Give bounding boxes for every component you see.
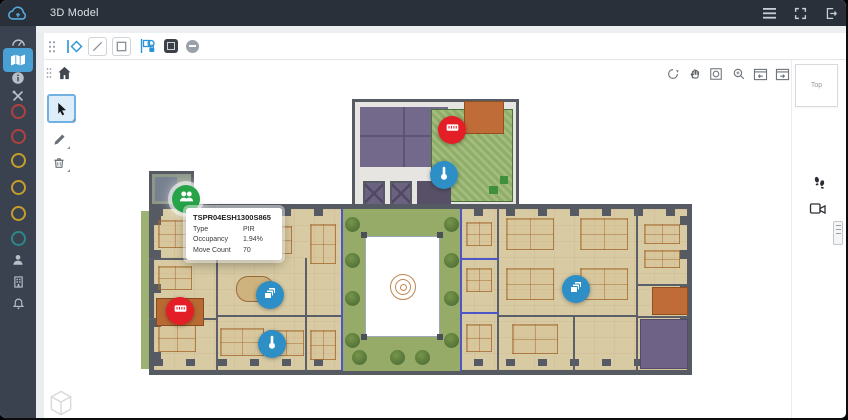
delete-tool[interactable] [49, 152, 69, 172]
header-divider-band [36, 26, 846, 33]
sidebar-item-user[interactable] [0, 249, 36, 271]
sidebar-item-building[interactable] [0, 271, 36, 293]
sensor-air-right[interactable] [562, 275, 590, 303]
orientation-cube-icon[interactable] [48, 390, 73, 416]
viewcube-label: Top [811, 82, 822, 89]
select-cursor-tool[interactable] [47, 94, 76, 123]
header-bar: 3D Model [36, 0, 846, 26]
sidebar-item-notifications[interactable] [0, 293, 36, 315]
place-node-tool[interactable] [66, 38, 83, 55]
menu-icon[interactable] [763, 8, 776, 19]
sidebar-status-yellow-3[interactable] [0, 202, 36, 224]
plan-planter [489, 186, 498, 194]
panel-resize-handle[interactable] [833, 221, 843, 245]
sidebar-nav [0, 0, 36, 418]
tooltip-title: TSPR04ESH1300S865 [193, 213, 275, 222]
plan-elevator [390, 181, 412, 206]
sidebar-status-yellow-1[interactable] [0, 149, 36, 171]
layers-icon [262, 285, 278, 306]
thermometer-icon [436, 165, 452, 186]
tooltip-row: Occupancy 1.94% [193, 236, 275, 243]
sensor-device-left[interactable] [166, 297, 194, 325]
disabled-circle-tool[interactable] [184, 38, 201, 55]
lock-shapes-tool[interactable] [140, 38, 157, 55]
toolbar-drag-handle[interactable] [48, 40, 56, 53]
sidebar-status-teal[interactable] [0, 227, 36, 249]
plan-room-purple-br [640, 319, 688, 369]
sensor-tooltip: TSPR04ESH1300S865 Type PIR Occupancy 1.9… [186, 208, 282, 260]
app-window: TSPR04ESH1300S865 Type PIR Occupancy 1.9… [0, 0, 848, 420]
draw-toolbar [44, 33, 846, 59]
layers-icon [568, 279, 584, 300]
toolbar-divider [44, 59, 846, 60]
pencil-tool[interactable] [49, 129, 69, 149]
sensor-temperature-bottom[interactable] [258, 330, 286, 358]
page-title: 3D Model [50, 7, 99, 19]
viewcube[interactable]: Top [795, 64, 838, 107]
sensor-device-top[interactable] [438, 116, 466, 144]
draw-line-tool[interactable] [88, 37, 107, 56]
home-drag-dots[interactable] [46, 67, 52, 78]
sensor-air-left[interactable] [256, 281, 284, 309]
sensor-temperature-top[interactable] [430, 161, 458, 189]
tooltip-row: Move Count 70 [193, 247, 275, 254]
sidebar-status-yellow-2[interactable] [0, 176, 36, 198]
plan-room-orange-top [464, 101, 504, 134]
sidebar-status-red-1[interactable] [0, 100, 36, 122]
app-logo[interactable] [0, 0, 36, 26]
plan-room-orange-right [652, 287, 688, 315]
thermometer-icon [264, 334, 280, 355]
fullscreen-icon[interactable] [794, 7, 807, 20]
plan-elevator [363, 181, 385, 206]
dark-square-tool[interactable] [162, 38, 179, 55]
sidebar-status-red-2[interactable] [0, 125, 36, 147]
floorplan-canvas[interactable]: TSPR04ESH1300S865 Type PIR Occupancy 1.9… [0, 0, 846, 418]
draw-rect-tool[interactable] [112, 37, 131, 56]
people-icon [178, 188, 195, 210]
plan-planter [500, 176, 508, 184]
meter-device-icon [172, 300, 189, 322]
sign-out-icon[interactable] [825, 7, 838, 20]
tooltip-row: Type PIR [193, 226, 275, 233]
meter-device-icon [444, 119, 461, 141]
